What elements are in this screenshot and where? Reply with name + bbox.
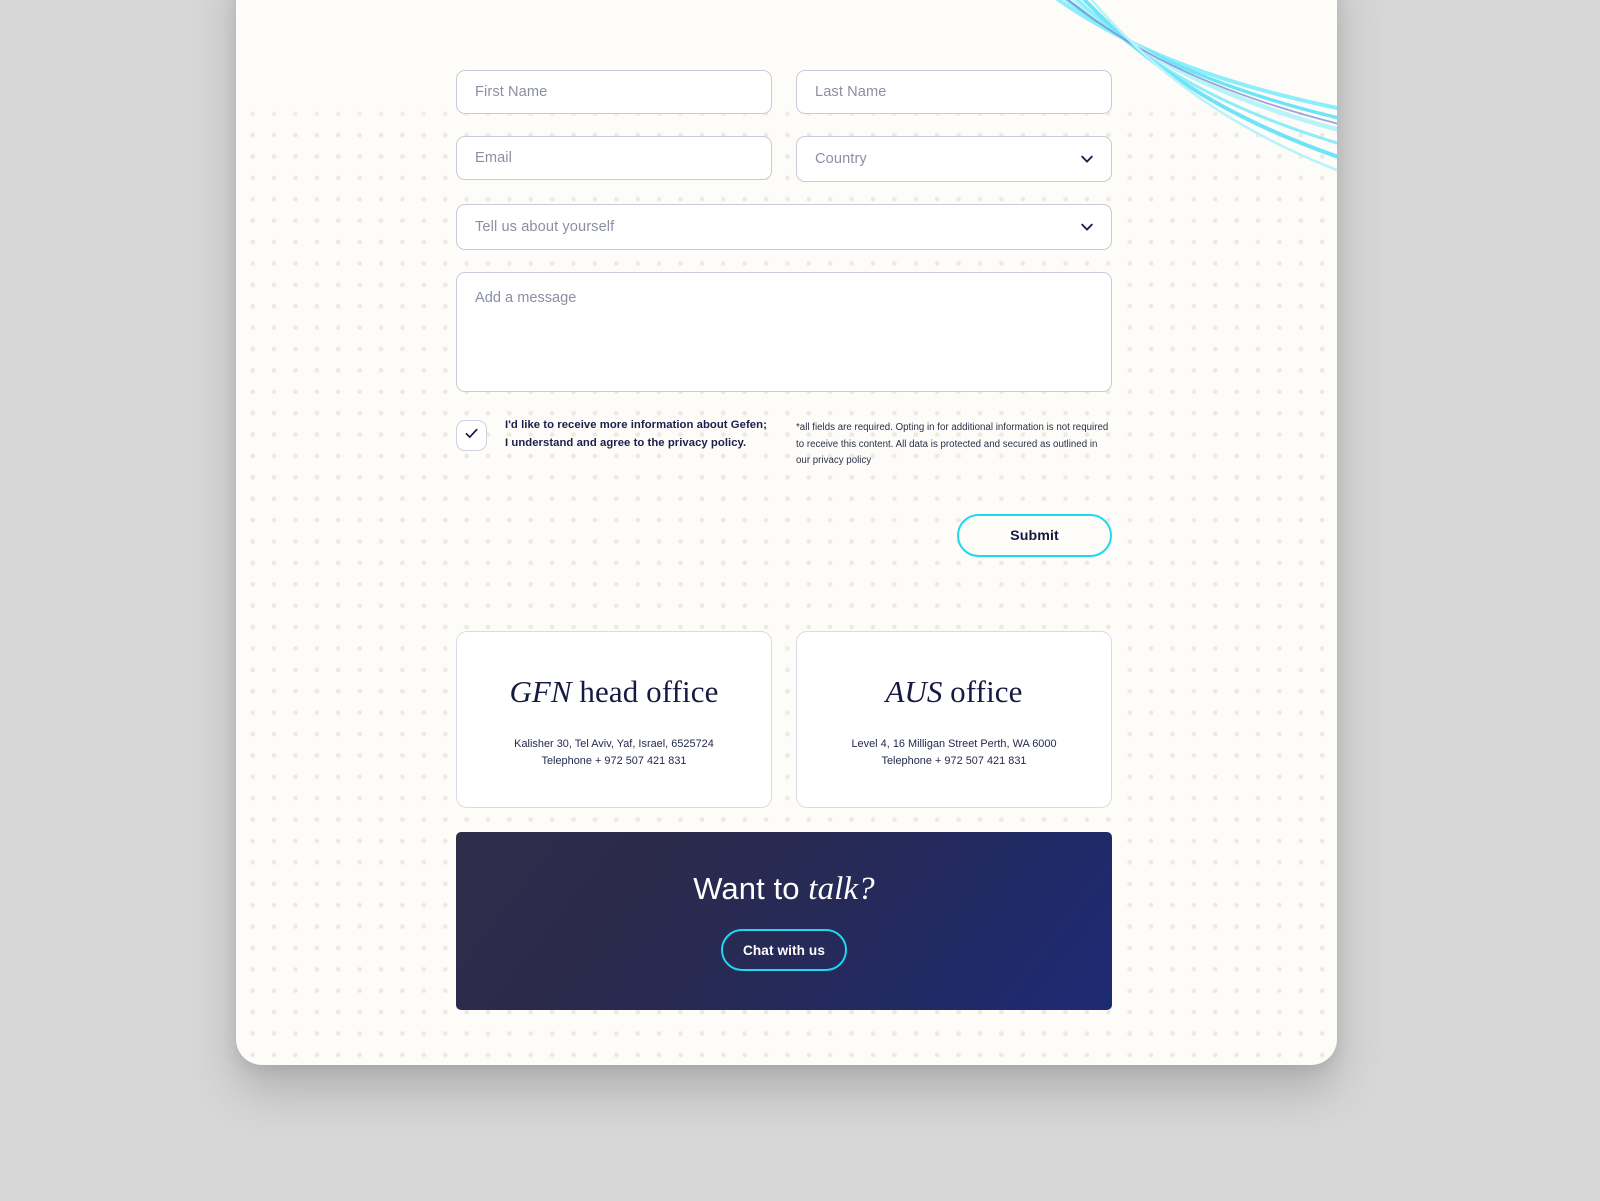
form-row-message: Add a message [456,272,1112,392]
office-abbr-aus: AUS [885,674,943,710]
country-placeholder: Country [815,150,867,167]
field-col-first-name: First Name [456,70,772,114]
office-title-aus: AUS office [886,674,1023,710]
consent-checkbox[interactable] [456,420,487,451]
contact-form-content: First Name Last Name Email Country Tell … [456,70,1112,1011]
office-card-aus: AUS office Level 4, 16 Milligan Street P… [796,631,1112,809]
office-title-rest-gfn: head office [571,674,719,710]
form-row-name: First Name Last Name [456,70,1112,114]
consent-label-line2: I understand and agree to the privacy po… [505,437,747,450]
field-col-about: Tell us about yourself [456,204,1112,250]
consent-label-line1: I'd like to receive more information abo… [505,419,767,431]
last-name-input[interactable]: Last Name [796,70,1112,114]
office-card-gfn: GFN head office Kalisher 30, Tel Aviv, Y… [456,631,772,809]
country-select[interactable]: Country [796,136,1112,182]
office-address-gfn: Kalisher 30, Tel Aviv, Yaf, Israel, 6525… [514,738,714,751]
consent-left: I'd like to receive more information abo… [456,416,796,453]
office-title-rest-aus: office [942,674,1023,710]
submit-row: Submit [456,514,1112,558]
about-yourself-placeholder: Tell us about yourself [475,218,615,235]
page-sheet: First Name Last Name Email Country Tell … [236,0,1337,1065]
chevron-down-icon [1079,219,1095,235]
office-address-aus: Level 4, 16 Milligan Street Perth, WA 60… [851,738,1057,751]
cta-title-lead: Want to [693,871,809,907]
cta-title-emphasis: talk? [808,871,875,908]
about-yourself-select[interactable]: Tell us about yourself [456,204,1112,250]
cta-title: Want to talk? [693,871,875,908]
office-details-gfn: Kalisher 30, Tel Aviv, Yaf, Israel, 6525… [514,736,714,770]
consent-row: I'd like to receive more information abo… [456,416,1112,470]
submit-button[interactable]: Submit [957,514,1112,558]
check-icon [463,425,480,447]
message-textarea[interactable]: Add a message [456,272,1112,392]
consent-label: I'd like to receive more information abo… [505,416,767,453]
first-name-placeholder: First Name [475,83,548,100]
field-col-email: Email [456,136,772,182]
office-phone-gfn: Telephone + 972 507 421 831 [541,755,687,768]
field-col-country: Country [796,136,1112,182]
chat-with-us-button[interactable]: Chat with us [720,929,847,972]
office-abbr-gfn: GFN [509,674,572,710]
form-row-email-country: Email Country [456,136,1112,182]
form-row-about: Tell us about yourself [456,204,1112,250]
office-cards: GFN head office Kalisher 30, Tel Aviv, Y… [456,631,1112,809]
field-col-message: Add a message [456,272,1112,392]
office-phone-aus: Telephone + 972 507 421 831 [881,755,1027,768]
fineprint-text: *all fields are required. Opting in for … [796,422,1109,467]
message-placeholder: Add a message [475,290,577,306]
field-col-last-name: Last Name [796,70,1112,114]
chevron-down-icon [1079,151,1095,167]
office-title-gfn: GFN head office [510,674,719,710]
office-details-aus: Level 4, 16 Milligan Street Perth, WA 60… [851,736,1056,770]
first-name-input[interactable]: First Name [456,70,772,114]
cta-banner: Want to talk? Chat with us [456,832,1112,1011]
email-input[interactable]: Email [456,136,772,180]
last-name-placeholder: Last Name [815,83,887,100]
email-placeholder: Email [475,149,512,166]
